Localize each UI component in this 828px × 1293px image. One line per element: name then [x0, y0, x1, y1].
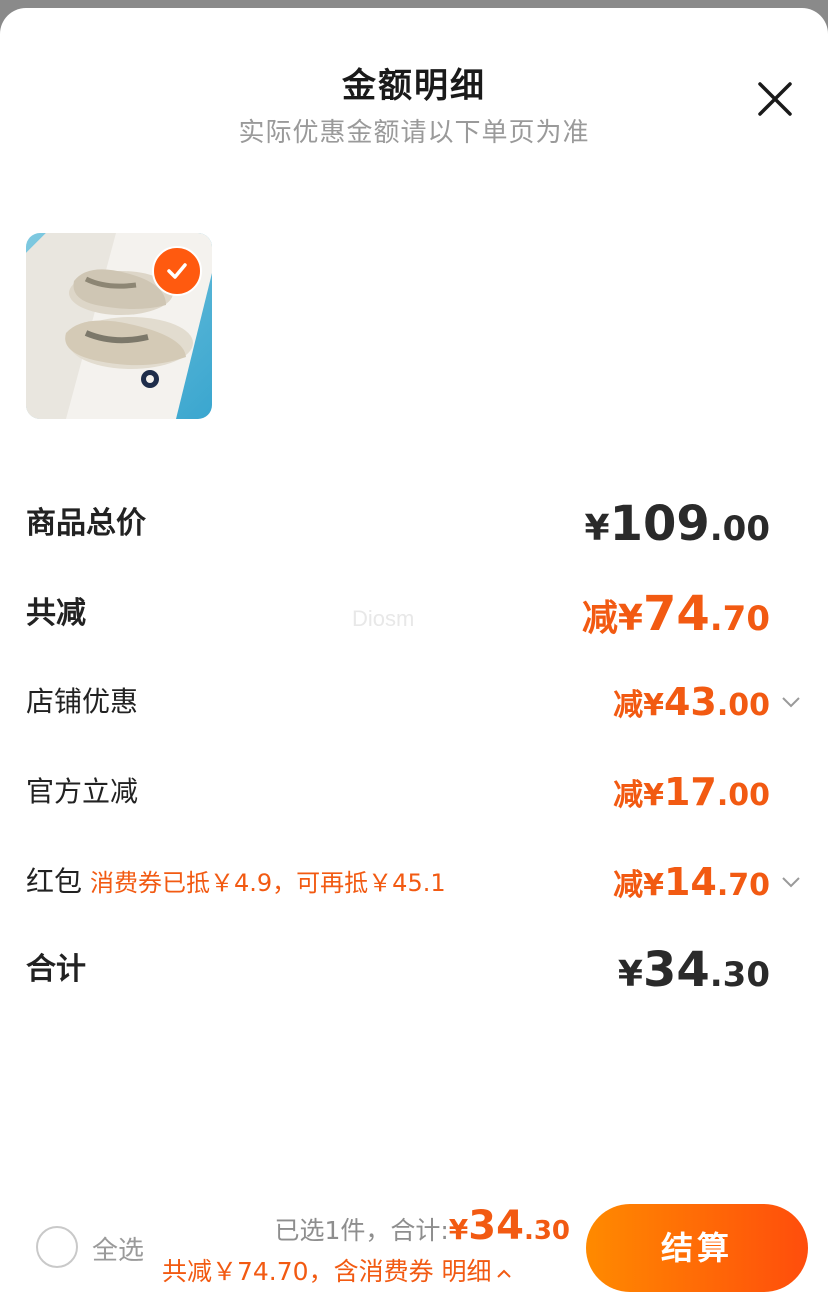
sum-amount: ¥34.30	[617, 942, 770, 998]
coupon-note: 消费券已抵￥4.9，可再抵￥45.1	[90, 869, 446, 897]
sheet-subtitle: 实际优惠金额请以下单页为准	[238, 118, 590, 148]
footer-selected-text: 已选1件，合计:	[274, 1216, 449, 1245]
goods-total-label: 商品总价	[26, 506, 146, 541]
total-reduction-row: 共减 减¥74.70	[26, 584, 802, 644]
total-reduction-label: 共减	[26, 596, 86, 631]
goods-total-amount: ¥109.00	[584, 496, 771, 552]
sheet-title: 金额明细	[342, 66, 486, 106]
shop-discount-row[interactable]: 店铺优惠 减¥43.00	[26, 672, 802, 732]
official-discount-label: 官方立减	[26, 775, 139, 808]
detail-toggle[interactable]: 明细	[442, 1257, 512, 1286]
chevron-down-icon[interactable]	[780, 871, 802, 893]
sum-label: 合计	[26, 952, 86, 987]
chevron-up-icon	[496, 1269, 511, 1278]
footer-summary: 共减￥74.70，含消费券 明细	[162, 1252, 512, 1288]
select-all-label[interactable]: 全选	[92, 1230, 144, 1267]
close-icon[interactable]	[754, 78, 796, 120]
shop-discount-amount: 减¥43.00	[613, 680, 770, 724]
shop-discount-label: 店铺优惠	[26, 685, 139, 718]
total-reduction-amount: 减¥74.70	[581, 586, 770, 642]
select-all-radio[interactable]	[36, 1226, 78, 1268]
checkout-button[interactable]: 结算	[586, 1204, 808, 1292]
red-packet-amount: 减¥14.70	[613, 860, 770, 904]
official-discount-amount: 减¥17.00	[613, 770, 770, 814]
footer-reduction-text: 共减￥74.70，含消费券	[162, 1257, 434, 1286]
chevron-down-icon[interactable]	[780, 691, 802, 713]
sum-row: 合计 ¥34.30	[26, 940, 802, 1000]
official-discount-row: 官方立减 减¥17.00	[26, 762, 802, 822]
goods-total-row: 商品总价 ¥109.00	[26, 494, 802, 554]
red-packet-label: 红包 消费券已抵￥4.9，可再抵￥45.1	[26, 865, 446, 898]
product-selected-checkbox[interactable]	[152, 246, 202, 296]
amount-detail-sheet: 金额明细 实际优惠金额请以下单页为准 商品总价 ¥109.00 Diosm 共减…	[0, 8, 828, 1293]
red-packet-row[interactable]: 红包 消费券已抵￥4.9，可再抵￥45.1 减¥14.70	[26, 852, 802, 912]
